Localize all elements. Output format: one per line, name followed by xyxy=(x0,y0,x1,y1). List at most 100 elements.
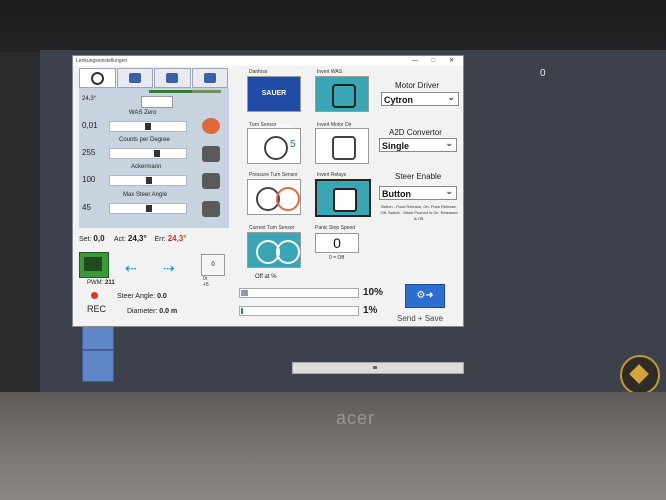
zero-sub-label: 0r +5 xyxy=(203,276,209,288)
steer-angle-readout: Steer Angle: 0.0 xyxy=(117,293,167,300)
motor-driver-label: Motor Driver xyxy=(395,81,440,90)
motor-driver-select[interactable]: Cytron xyxy=(381,90,459,106)
max-steer-slider[interactable] xyxy=(109,203,187,214)
pwm-readout: PWM: 211 xyxy=(87,280,115,286)
arrow-left-icon[interactable]: ⇠ xyxy=(125,260,137,277)
was-settings-panel: 24,3° WAS Zero 0,01 Counts per Degree 25… xyxy=(79,88,229,228)
ackermann-icon xyxy=(199,170,225,192)
monitor-bezel-top xyxy=(0,0,666,52)
steering-wheel-icon xyxy=(90,71,104,85)
panic-stop-sub: 0 = Off xyxy=(329,255,345,261)
counts-value: 255 xyxy=(82,148,96,157)
diameter-label: Diameter: xyxy=(127,308,158,315)
invert-was-button[interactable] xyxy=(315,76,369,112)
max-steer-label: Max Steer Angle xyxy=(123,192,168,198)
max-steer-icon xyxy=(199,198,225,220)
tab-gauge[interactable] xyxy=(116,68,153,88)
invert-relays-button[interactable] xyxy=(315,179,371,217)
was-zero-label: WAS Zero xyxy=(129,110,157,116)
zero-button[interactable]: 0 xyxy=(201,254,225,276)
monitor-bezel-bottom xyxy=(0,392,666,500)
turn-sensor-digit: 5 xyxy=(290,139,296,150)
was-progress xyxy=(149,90,221,93)
invert-was-icon xyxy=(332,84,356,108)
turn-sensor-icon xyxy=(264,136,288,160)
bottom-scroll-bar[interactable] xyxy=(292,362,464,374)
wheel-angle-icon xyxy=(199,143,225,165)
diameter-value: 0.0 m xyxy=(159,308,178,315)
steering-settings-window: Lenkungseinstellungen — □ ✕ 24,3° WAS Ze… xyxy=(72,55,464,327)
pwm-label: PWM: xyxy=(87,280,104,286)
pressure-sensor-button[interactable] xyxy=(247,179,301,215)
err-label: Err: xyxy=(154,236,166,243)
invert-relays-label: Invert Relays xyxy=(317,172,347,178)
danfoss-label: Danfoss xyxy=(249,69,268,75)
pwm-toggle-button[interactable] xyxy=(79,252,109,278)
set-label: Set: xyxy=(79,236,92,243)
corner-number: 0 xyxy=(540,68,546,79)
window-title: Lenkungseinstellungen xyxy=(76,58,128,64)
current-sensor-button[interactable] xyxy=(247,232,301,268)
steer-enable-note: Button - Push Release, On. Push Release,… xyxy=(380,204,458,221)
left-settings-panel: 24,3° WAS Zero 0,01 Counts per Degree 25… xyxy=(79,68,229,330)
steer-enable-select[interactable]: Button xyxy=(379,184,457,200)
off-at-pct-1: 10% xyxy=(363,287,384,298)
steer-angle-value: 0.0 xyxy=(157,293,167,300)
relay-icon xyxy=(333,188,357,212)
diameter-readout: Diameter: 0.0 m xyxy=(127,308,177,315)
ackermann-value: 100 xyxy=(82,175,96,184)
a2d-label: A2D Convertor xyxy=(389,128,442,137)
counts-slider[interactable] xyxy=(109,148,187,159)
invert-motor-button[interactable] xyxy=(315,128,369,164)
pwm-value: 211 xyxy=(105,280,115,286)
set-act-err-row: Set: 0,0 Act: 24,3° Err: 24,3° xyxy=(79,234,186,243)
send-save-button[interactable]: Send + Save xyxy=(397,314,443,323)
sensor-gauge-icon xyxy=(199,115,225,137)
arrow-right-icon[interactable]: ⇢ xyxy=(163,260,175,277)
off-at-bar-2[interactable] xyxy=(239,306,359,316)
invert-was-label: Invert WAS xyxy=(317,69,343,75)
panic-stop-input[interactable]: 0 xyxy=(315,233,359,253)
pwm-icon xyxy=(84,257,102,271)
motor-icon xyxy=(332,136,356,160)
side-button-2[interactable] xyxy=(82,350,114,382)
a2d-select[interactable]: Single xyxy=(379,136,457,152)
pressure-gauge-icon xyxy=(276,187,300,211)
rec-label[interactable]: REC xyxy=(87,304,106,314)
tab-axle-arrows[interactable] xyxy=(191,68,228,88)
max-steer-value: 45 xyxy=(82,203,91,212)
err-value: 24,3° xyxy=(167,234,187,243)
window-controls[interactable]: — □ ✕ xyxy=(412,56,460,66)
compass-icon[interactable] xyxy=(620,355,660,395)
current-label: Current Turn Sensor xyxy=(249,225,295,231)
act-value: 24,3° xyxy=(127,234,147,243)
current-amp-icon xyxy=(276,240,300,264)
off-at-label: Off at % xyxy=(255,274,277,280)
steer-enable-label: Steer Enable xyxy=(395,172,442,181)
brand-logo: acer xyxy=(336,408,376,428)
off-at-pct-2: 1% xyxy=(363,305,378,316)
settings-gear-button[interactable]: ⚙➜ xyxy=(405,284,445,308)
tab-axle[interactable] xyxy=(154,68,191,88)
axle-icon xyxy=(166,73,179,83)
steer-angle-label: Steer Angle: xyxy=(117,293,156,300)
was-zero-slider[interactable] xyxy=(109,121,187,132)
act-label: Act: xyxy=(113,236,126,243)
window-titlebar: Lenkungseinstellungen — □ ✕ xyxy=(73,56,463,66)
panic-stop-label: Panic Stop Speed xyxy=(315,225,356,231)
ackermann-slider[interactable] xyxy=(109,175,187,186)
record-dot-icon[interactable] xyxy=(91,292,98,299)
counts-label: Counts per Degree xyxy=(119,137,170,143)
settings-tabs xyxy=(79,68,229,88)
tab-steering-wheel[interactable] xyxy=(79,68,116,88)
off-at-bar-1[interactable] xyxy=(239,288,359,298)
ackermann-label: Ackermann xyxy=(131,164,162,170)
set-value: 0,0 xyxy=(93,234,105,243)
axle-arrows-icon xyxy=(203,73,216,83)
was-sensor-icon xyxy=(141,96,173,108)
turn-sensor-button[interactable]: 5 xyxy=(247,128,301,164)
was-zero-value: 0,01 xyxy=(82,121,98,130)
danfoss-button[interactable]: SAUER DANFOSS xyxy=(247,76,301,131)
pressure-label: Pressure Turn Sensor xyxy=(249,172,298,178)
gauge-icon xyxy=(128,73,141,83)
